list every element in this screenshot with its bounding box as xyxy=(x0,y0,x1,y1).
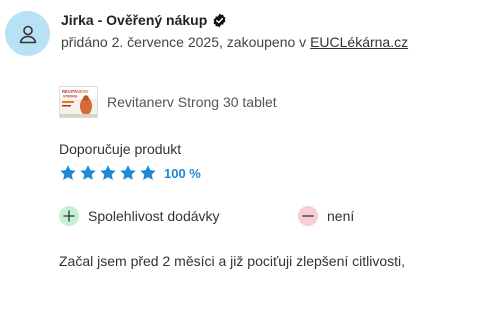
shop-link[interactable]: EUCLékárna.cz xyxy=(310,34,408,50)
avatar xyxy=(5,11,50,56)
product-info[interactable]: REVITA NERV STRONG Revitanerv Strong 30 … xyxy=(59,86,277,118)
author-line: Jirka - Ověřený nákup xyxy=(61,12,227,28)
svg-text:STRONG: STRONG xyxy=(63,95,78,99)
star-rating: 100 % xyxy=(59,164,201,182)
star-icon xyxy=(59,164,77,182)
minus-icon xyxy=(298,206,318,226)
review-text: Začal jsem před 2 měsíci a již pociťuji … xyxy=(59,253,406,269)
svg-text:REVITA: REVITA xyxy=(62,89,77,94)
con-item: není xyxy=(298,206,354,226)
product-name[interactable]: Revitanerv Strong 30 tablet xyxy=(107,94,277,110)
verified-check-icon xyxy=(212,13,227,28)
product-thumbnail[interactable]: REVITA NERV STRONG xyxy=(59,86,98,118)
con-label: není xyxy=(327,208,355,224)
review-meta: přidáno 2. července 2025, zakoupeno v EU… xyxy=(61,34,408,50)
star-icon xyxy=(79,164,97,182)
pro-item: Spolehlivost dodávky xyxy=(59,206,220,226)
pro-label: Spolehlivost dodávky xyxy=(88,208,220,224)
recommend-label: Doporučuje produkt xyxy=(59,141,182,157)
user-icon xyxy=(19,25,36,43)
star-icon xyxy=(139,164,157,182)
meta-date: přidáno 2. července 2025, zakoupeno v xyxy=(61,34,311,50)
svg-text:NERV: NERV xyxy=(77,89,89,94)
plus-icon xyxy=(59,206,79,226)
author-name: Jirka - Ověřený nákup xyxy=(61,12,208,28)
star-icon xyxy=(99,164,117,182)
star-icon xyxy=(119,164,137,182)
recommend-percent: 100 % xyxy=(164,165,201,181)
